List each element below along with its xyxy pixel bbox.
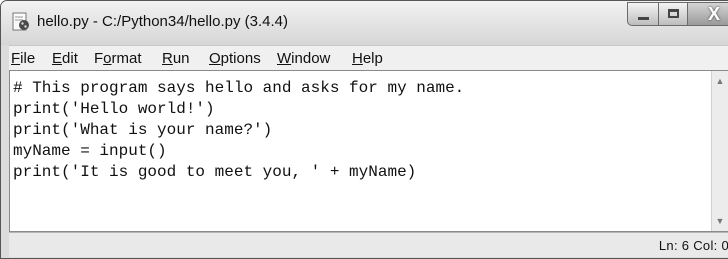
code-editor[interactable]: # This program says hello and asks for m…: [9, 70, 728, 232]
menu-window-label: Window: [277, 50, 331, 67]
menu-mnemonic: F: [11, 50, 21, 67]
window-title: hello.py - C:/Python34/hello.py (3.4.4): [37, 13, 288, 30]
menu-help-label: Help: [352, 50, 383, 67]
menu-window[interactable]: Window: [277, 50, 330, 67]
menu-options[interactable]: Options: [209, 50, 261, 67]
menu-format[interactable]: Format: [94, 50, 142, 67]
menu-options-label: Options: [209, 50, 261, 67]
menu-mnemonic: R: [162, 50, 173, 67]
title-bar[interactable]: hello.py - C:/Python34/hello.py (3.4.4) …: [1, 1, 728, 45]
menu-mnemonic: E: [52, 50, 63, 67]
maximize-button[interactable]: [658, 2, 688, 26]
code-line-1[interactable]: # This program says hello and asks for m…: [13, 79, 464, 97]
menu-file-label: File: [11, 50, 36, 67]
menu-format-label: Format: [94, 50, 142, 67]
menu-mnemonic: W: [277, 50, 292, 67]
vertical-scrollbar[interactable]: ▲ ▼: [711, 71, 728, 231]
code-line-4[interactable]: myName = input(): [13, 142, 167, 160]
code-line-2[interactable]: print('Hello world!'): [13, 100, 215, 118]
minimize-icon: [638, 17, 649, 20]
close-button[interactable]: X: [687, 2, 728, 26]
status-bar: Ln: 6 Col: 0: [9, 232, 728, 257]
menu-edit[interactable]: Edit: [52, 50, 78, 67]
scroll-up-icon[interactable]: ▲: [712, 73, 728, 89]
maximize-icon: [668, 9, 679, 18]
menu-run-label: Run: [162, 50, 190, 67]
idle-editor-window: hello.py - C:/Python34/hello.py (3.4.4) …: [0, 0, 728, 259]
menu-file[interactable]: File: [11, 50, 35, 67]
menu-run[interactable]: Run: [162, 50, 190, 67]
close-icon: X: [708, 4, 721, 24]
menu-edit-label: Edit: [52, 50, 78, 67]
menu-mnemonic: o: [103, 50, 112, 67]
code-line-3[interactable]: print('What is your name?'): [13, 121, 272, 139]
python-file-icon: [11, 12, 31, 32]
menu-mnemonic: O: [209, 50, 221, 67]
code-line-5[interactable]: print('It is good to meet you, ' + myNam…: [13, 163, 416, 181]
menu-help[interactable]: Help: [352, 50, 383, 67]
menu-mnemonic: H: [352, 50, 363, 67]
menu-bar: File Edit Format Run Options Window Help: [9, 45, 728, 70]
minimize-button[interactable]: [627, 2, 659, 26]
cursor-position: Ln: 6 Col: 0: [658, 238, 728, 253]
scroll-down-icon[interactable]: ▼: [712, 213, 728, 229]
